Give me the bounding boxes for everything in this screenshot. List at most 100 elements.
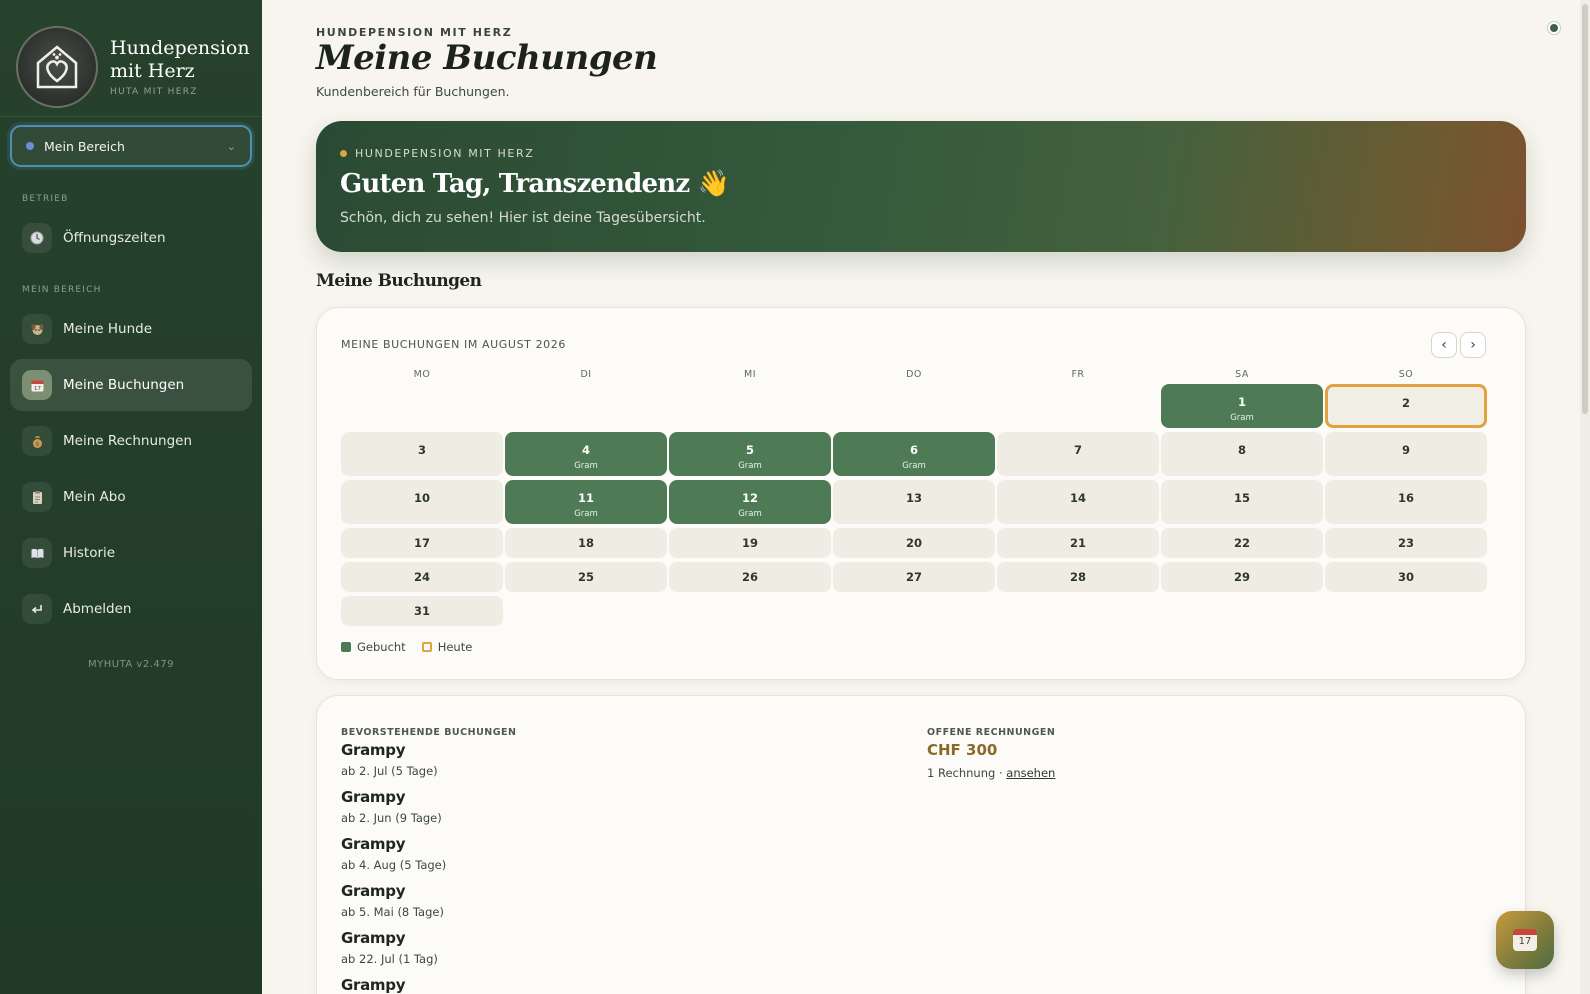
calendar-day-number: 17	[413, 536, 430, 550]
list-item[interactable]: Grampy ab 22. Jul (1 Tag)	[341, 929, 438, 966]
area-select[interactable]: Mein Bereich ⌄	[10, 125, 252, 167]
calendar-day-number: 9	[1401, 443, 1410, 457]
calendar-day[interactable]: 13	[833, 480, 995, 524]
calendar-day[interactable]: 15	[1161, 480, 1323, 524]
calendar-day[interactable]: 19	[669, 528, 831, 558]
calendar-next-button[interactable]: ›	[1460, 332, 1486, 358]
calendar-day-booked[interactable]: 12 Gram	[669, 480, 831, 524]
calendar-day-booked[interactable]: 4 Gram	[505, 432, 667, 476]
calendar-day-booked[interactable]: 11 Gram	[505, 480, 667, 524]
calendar-day[interactable]: 10	[341, 480, 503, 524]
list-item[interactable]: Grampy ab 4. Aug (5 Tage)	[341, 835, 446, 872]
scrollbar-thumb[interactable]	[1582, 4, 1588, 414]
brand-title-line2: mit Herz	[110, 59, 195, 82]
calendar-heading: MEINE BUCHUNGEN IM AUGUST 2026	[341, 338, 566, 351]
hero-title: Guten Tag, Transzendenz 👋	[340, 169, 730, 199]
area-select-value: Mein Bereich	[44, 138, 125, 154]
calendar-day[interactable]: 31	[341, 596, 503, 626]
calendar-day-dog-name: Gram	[1230, 413, 1254, 423]
legend-booked-swatch	[341, 642, 351, 652]
brand[interactable]: Hundepension mit Herz HUTA MIT HERZ	[0, 0, 262, 117]
section-label-betrieb: BETRIEB	[22, 194, 69, 204]
hero-eyebrow: HUNDEPENSION MIT HERZ	[340, 147, 1502, 160]
list-item[interactable]: Grampy ab 2. Jun (9 Tage)	[341, 788, 442, 825]
view-invoice-link[interactable]: ansehen	[1006, 766, 1055, 780]
calendar-day[interactable]: 21	[997, 528, 1159, 558]
calendar-day-booked[interactable]: 1 Gram	[1161, 384, 1323, 428]
weekday-header: DI	[580, 369, 592, 380]
page-title: Meine Buchungen	[316, 38, 658, 78]
calendar-day[interactable]: 27	[833, 562, 995, 592]
welcome-banner: HUNDEPENSION MIT HERZ Guten Tag, Transze…	[316, 121, 1526, 252]
calendar-day-dog-name: Gram	[738, 461, 762, 471]
calendar-day-booked[interactable]: 6 Gram	[833, 432, 995, 476]
booking-dog-name: Grampy	[341, 929, 406, 947]
sidebar-item-label: Historie	[63, 545, 116, 561]
calendar-day-number: 24	[413, 570, 430, 584]
calendar-day-number: 28	[1069, 570, 1086, 584]
calendar-day-number: 11	[577, 491, 594, 505]
sidebar-item-oeffnungszeiten[interactable]: Öffnungszeiten	[10, 212, 252, 264]
calendar-17-icon: 17	[1513, 929, 1537, 951]
status-dot-icon[interactable]	[1548, 22, 1560, 34]
booking-calendar: MEINE BUCHUNGEN IM AUGUST 2026 ‹ › Gebuc…	[316, 307, 1526, 680]
calendar-day[interactable]: 3	[341, 432, 503, 476]
calendar-day[interactable]: 28	[997, 562, 1159, 592]
list-item[interactable]: Grampy ab 2. Jul (5 Tage)	[341, 741, 438, 778]
calendar-day[interactable]: 8	[1161, 432, 1323, 476]
calendar-day[interactable]: 22	[1161, 528, 1323, 558]
calendar-day[interactable]: 17	[341, 528, 503, 558]
calendar-day[interactable]: 14	[997, 480, 1159, 524]
svg-text:17: 17	[34, 386, 41, 392]
calendar-day-number: 22	[1233, 536, 1250, 550]
clipboard-icon	[22, 482, 52, 512]
calendar-day-number: 6	[909, 443, 918, 457]
calendar-day-number: 4	[581, 443, 590, 457]
calendar-day-booked[interactable]: 5 Gram	[669, 432, 831, 476]
calendar-day[interactable]: 20	[833, 528, 995, 558]
calendar-day[interactable]: 7	[997, 432, 1159, 476]
calendar-day[interactable]: 18	[505, 528, 667, 558]
calendar-day-number: 1	[1237, 395, 1246, 409]
sidebar-item-meine-hunde[interactable]: Meine Hunde	[10, 303, 252, 355]
weekday-header: SA	[1235, 369, 1249, 380]
calendar-day-today[interactable]: 2	[1325, 384, 1487, 428]
hero-dot-icon	[340, 150, 347, 157]
calendar-day[interactable]: 16	[1325, 480, 1487, 524]
hero-eyebrow-text: HUNDEPENSION MIT HERZ	[355, 147, 535, 160]
calendar-day[interactable]: 30	[1325, 562, 1487, 592]
section-label-mein-bereich: MEIN BEREICH	[22, 285, 102, 295]
section-title: Meine Buchungen	[316, 271, 482, 291]
sidebar-item-label: Mein Abo	[63, 489, 126, 505]
scrollbar[interactable]	[1580, 0, 1590, 994]
sidebar-item-mein-abo[interactable]: Mein Abo	[10, 471, 252, 523]
open-invoices-amount: CHF 300	[927, 741, 998, 759]
list-item[interactable]: Grampy ab 5. Mai (8 Tage)	[341, 882, 444, 919]
calendar-day-number: 18	[577, 536, 594, 550]
sidebar-item-abmelden[interactable]: Abmelden	[10, 583, 252, 635]
calendar-day[interactable]: 26	[669, 562, 831, 592]
calendar-day[interactable]: 23	[1325, 528, 1487, 558]
booking-dog-name: Grampy	[341, 788, 406, 806]
weekday-header: MO	[413, 369, 431, 380]
calendar-day[interactable]: 24	[341, 562, 503, 592]
calendar-day-number: 12	[741, 491, 758, 505]
calendar-day[interactable]: 25	[505, 562, 667, 592]
calendar-day-number: 31	[413, 604, 430, 618]
hero-subtitle: Schön, dich zu sehen! Hier ist deine Tag…	[340, 210, 706, 226]
calendar-day[interactable]: 29	[1161, 562, 1323, 592]
weekday-header: SO	[1398, 369, 1414, 380]
calendar-day-number: 10	[413, 491, 430, 505]
sidebar-item-meine-buchungen[interactable]: 17 Meine Buchungen	[10, 359, 252, 411]
calendar-fab-button[interactable]: 17	[1496, 911, 1554, 969]
sidebar-item-meine-rechnungen[interactable]: $ Meine Rechnungen	[10, 415, 252, 467]
sidebar-item-label: Abmelden	[63, 601, 132, 617]
list-item[interactable]: Grampy	[341, 976, 405, 994]
sidebar-item-historie[interactable]: Historie	[10, 527, 252, 579]
calendar-day[interactable]: 9	[1325, 432, 1487, 476]
calendar-day-number: 25	[577, 570, 594, 584]
booking-dog-name: Grampy	[341, 835, 406, 853]
dog-icon	[22, 314, 52, 344]
calendar-prev-button[interactable]: ‹	[1431, 332, 1457, 358]
calendar-day-dog-name: Gram	[902, 461, 926, 471]
